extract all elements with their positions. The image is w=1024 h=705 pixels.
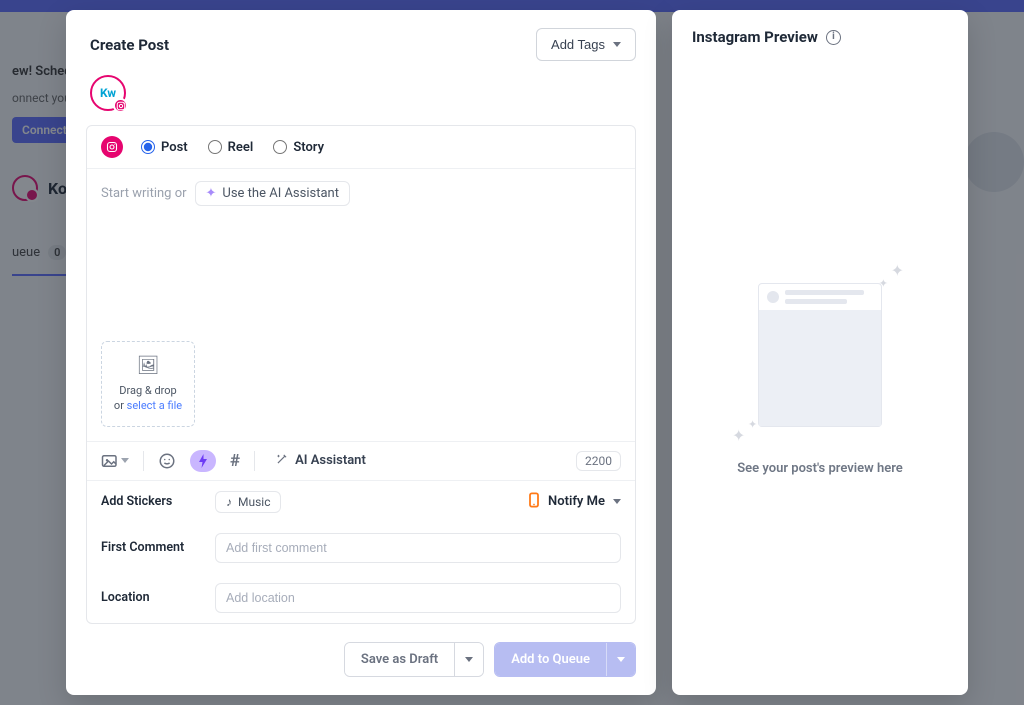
notify-me-label: Notify Me [548, 494, 605, 509]
hashtag-button[interactable]: # [230, 451, 240, 471]
post-type-reel-input[interactable] [208, 140, 222, 154]
create-post-header: Create Post Add Tags [66, 10, 656, 69]
compose-toolbar-left: # AI Assistant [101, 450, 366, 472]
add-tags-button[interactable]: Add Tags [536, 28, 636, 61]
location-input[interactable] [215, 583, 621, 613]
first-comment-input[interactable] [215, 533, 621, 563]
chevron-down-icon [613, 42, 621, 47]
media-dropzone[interactable]: 🖼 Drag & drop or select a file [101, 341, 195, 427]
ai-assistant-button[interactable]: AI Assistant [275, 452, 366, 470]
preview-skeleton-header [759, 284, 881, 310]
chevron-down-icon [613, 499, 621, 504]
stickers-row: Add Stickers ♪ Music Notify Me [87, 481, 635, 523]
add-tags-label: Add Tags [551, 37, 605, 52]
music-note-icon: ♪ [226, 495, 232, 509]
caption-placeholder: Start writing or ✦ Use the AI Assistant [101, 181, 350, 206]
post-type-reel-label: Reel [228, 140, 254, 155]
save-as-draft-button[interactable]: Save as Draft [345, 643, 454, 676]
first-comment-row: First Comment [87, 523, 635, 573]
preview-skeleton-avatar [767, 291, 779, 303]
modal-row: Create Post Add Tags Kw [66, 10, 968, 695]
save-as-draft-dropdown[interactable] [454, 643, 483, 676]
post-type-post-label: Post [161, 140, 188, 155]
compose-top-bar: Post Reel Story [87, 126, 635, 169]
wand-icon [275, 452, 289, 470]
preview-skeleton-line [785, 290, 864, 295]
char-count: 2200 [576, 451, 621, 471]
preview-skeleton-image [759, 310, 881, 426]
ai-assistant-label: AI Assistant [295, 453, 366, 468]
notify-me-dropdown[interactable]: Notify Me [528, 492, 621, 512]
instagram-badge-icon [113, 98, 128, 113]
compose-frame: Post Reel Story Start writing or [86, 125, 636, 624]
dropzone-line1: Drag & drop [108, 384, 188, 399]
caption-placeholder-text: Start writing or [101, 186, 187, 201]
post-type-radio-group: Post Reel Story [141, 140, 324, 155]
info-icon[interactable]: i [826, 30, 841, 45]
post-type-story-label: Story [293, 140, 324, 155]
preview-skeleton-line [785, 299, 847, 304]
select-file-link[interactable]: select a file [127, 399, 182, 412]
create-post-footer: Save as Draft Add to Queue [66, 628, 656, 695]
create-post-title: Create Post [90, 36, 169, 54]
preview-header: Instagram Preview i [672, 10, 968, 64]
lightning-button[interactable] [190, 450, 216, 472]
preview-placeholder: ✦ ✦ ✦ ✦ [758, 283, 882, 427]
account-shortname: Kw [100, 86, 116, 100]
sparkle-icon: ✦ [748, 418, 757, 431]
instagram-preview-panel: Instagram Preview i ✦ ✦ ✦ ✦ [672, 10, 968, 695]
post-type-story-input[interactable] [273, 140, 287, 154]
sparkle-icon: ✦ [879, 277, 888, 290]
use-ai-assistant-label: Use the AI Assistant [222, 186, 339, 201]
stickers-label: Add Stickers [101, 494, 201, 509]
dropzone-line2-prefix: or [114, 399, 127, 412]
chevron-down-icon [121, 458, 129, 463]
caption-textarea[interactable]: Start writing or ✦ Use the AI Assistant [87, 169, 635, 335]
sparkle-icon: ✦ [732, 426, 745, 445]
music-sticker-button[interactable]: ♪ Music [215, 491, 281, 513]
add-to-queue-button[interactable]: Add to Queue [495, 643, 606, 676]
media-library-button[interactable] [101, 453, 129, 469]
extras-section: Add Stickers ♪ Music Notify Me First C [87, 480, 635, 623]
platform-instagram-icon [101, 136, 123, 158]
divider [143, 451, 144, 471]
phone-icon [528, 492, 540, 512]
accounts-row: Kw [66, 69, 656, 121]
image-icon: 🖼 [108, 354, 188, 378]
compose-toolbar: # AI Assistant 2200 [87, 441, 635, 480]
post-type-post-input[interactable] [141, 140, 155, 154]
save-as-draft-split-button: Save as Draft [344, 642, 484, 677]
add-to-queue-split-button: Add to Queue [494, 642, 636, 677]
chevron-down-icon [465, 657, 473, 662]
location-row: Location [87, 573, 635, 623]
selected-account-avatar[interactable]: Kw [90, 75, 126, 111]
dropzone-line2-wrap: or select a file [108, 399, 188, 414]
post-type-story[interactable]: Story [273, 140, 324, 155]
preview-skeleton-card [758, 283, 882, 427]
location-label: Location [101, 590, 201, 605]
create-post-panel: Create Post Add Tags Kw [66, 10, 656, 695]
use-ai-assistant-button[interactable]: ✦ Use the AI Assistant [195, 181, 350, 206]
preview-caption: See your post's preview here [737, 461, 903, 476]
sparkle-icon: ✦ [206, 186, 217, 201]
music-sticker-label: Music [238, 495, 270, 509]
emoji-button[interactable] [158, 452, 176, 470]
first-comment-label: First Comment [101, 540, 201, 555]
sparkle-icon: ✦ [891, 261, 904, 280]
post-type-reel[interactable]: Reel [208, 140, 254, 155]
preview-title: Instagram Preview [692, 28, 818, 46]
chevron-down-icon [617, 657, 625, 662]
add-to-queue-dropdown[interactable] [606, 643, 635, 676]
divider [254, 451, 255, 471]
post-type-post[interactable]: Post [141, 140, 188, 155]
preview-body: ✦ ✦ ✦ ✦ See your post's preview here [672, 64, 968, 695]
